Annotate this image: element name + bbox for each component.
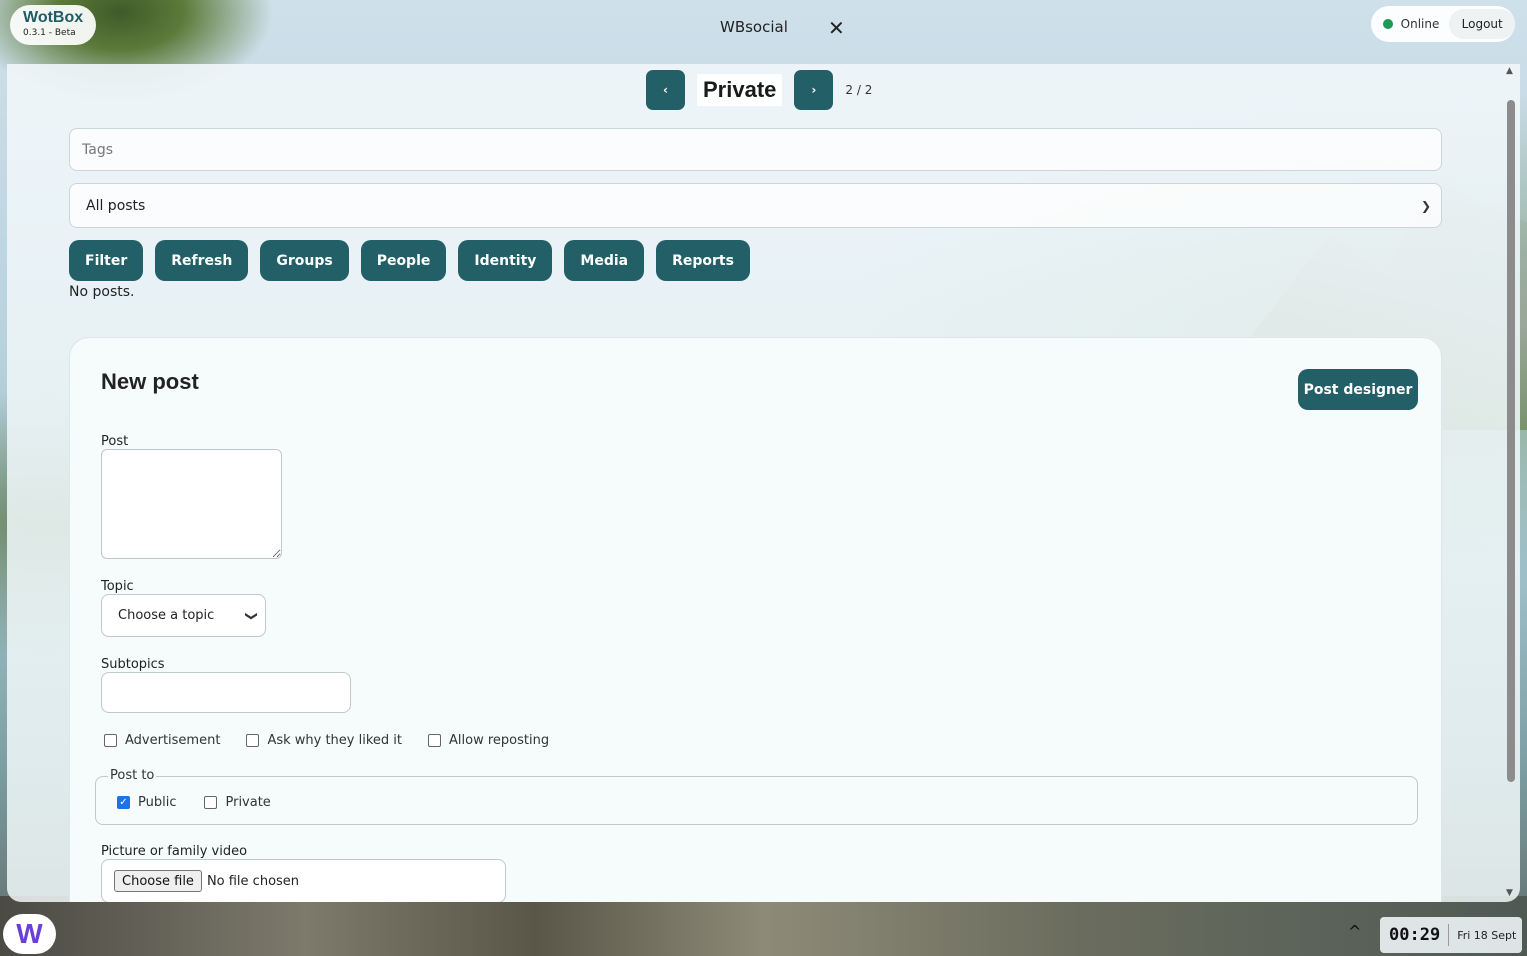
advertisement-checkbox[interactable] [104,734,117,747]
groups-button[interactable]: Groups [260,240,349,281]
feed-title: Private [697,74,783,106]
refresh-button[interactable]: Refresh [155,240,249,281]
allow-reposting-label: Allow reposting [449,733,550,748]
clock-widget[interactable]: 00:29 Fri 18 Sept [1380,917,1522,953]
brand-badge: WotBox 0.3.1 - Beta [10,5,96,45]
feed-page-count: 2 / 2 [845,83,873,97]
reports-button[interactable]: Reports [656,240,750,281]
status-pill: Online Logout [1371,6,1515,42]
people-button[interactable]: People [360,240,447,281]
filter-button[interactable]: Filter [69,240,144,281]
scroll-down-icon[interactable]: ▼ [1506,888,1513,898]
post-options: Advertisement Ask why they liked it Allo… [104,733,549,748]
topic-select-value: Choose a topic [118,608,215,623]
post-to-legend: Post to [108,768,157,783]
choose-file-button[interactable]: Choose file [114,870,202,892]
close-icon[interactable]: ✕ [828,17,845,39]
brand-name: WotBox [23,9,84,26]
ask-why-liked-label: Ask why they liked it [267,733,403,748]
ask-why-liked-checkbox[interactable] [246,734,260,747]
post-to-options: ✓ Public Private [117,795,271,810]
file-label: Picture or family video [101,844,248,859]
ask-why-liked-option[interactable]: Ask why they liked it [246,733,402,748]
window-title: WBsocial [720,18,788,36]
feed-pager: ‹ Private › 2 / 2 [646,70,872,110]
post-label: Post [101,434,129,449]
public-option[interactable]: ✓ Public [117,795,176,810]
subtopics-label: Subtopics [101,657,165,672]
scroll-thumb[interactable] [1507,100,1515,782]
post-to-fieldset: Post to ✓ Public Private [95,768,1418,825]
posts-filter-select[interactable]: All posts ❯ [69,183,1442,228]
post-textarea[interactable] [101,449,282,559]
wotbox-logo-icon: W [16,918,43,949]
previous-feed-button[interactable]: ‹ [646,70,685,110]
scroll-up-icon[interactable]: ▲ [1506,66,1513,76]
topic-select[interactable]: Choose a topic ❯ [101,594,266,637]
public-checkbox[interactable]: ✓ [117,796,130,809]
taskbar: W ^ 00:29 Fri 18 Sept [0,910,1527,956]
next-feed-button[interactable]: › [794,70,834,110]
advertisement-option[interactable]: Advertisement [104,733,220,748]
chevron-down-icon: ❯ [1420,198,1431,213]
empty-posts-text: No posts. [69,284,135,300]
chevron-down-icon: ❯ [244,610,259,621]
new-post-title: New post [101,369,199,394]
media-button[interactable]: Media [564,240,645,281]
allow-reposting-checkbox[interactable] [428,734,442,747]
private-checkbox[interactable] [204,796,218,809]
public-label: Public [138,795,177,810]
status-text: Online [1400,17,1440,31]
subtopics-input[interactable] [101,672,351,713]
file-status: No file chosen [206,873,300,889]
tags-input[interactable] [69,128,1442,171]
file-input[interactable]: Choose file No file chosen [101,859,506,902]
app-window: ▲ ▼ ‹ Private › 2 / 2 All posts ❯ Filter… [7,64,1520,902]
brand-version: 0.3.1 - Beta [23,28,76,38]
new-post-card: New post Post designer Post Topic Choose… [69,337,1442,902]
tray-expand-icon[interactable]: ^ [1348,922,1361,941]
posts-filter-value: All posts [86,197,146,214]
private-label: Private [225,795,271,810]
online-dot-icon [1383,19,1393,29]
logout-button[interactable]: Logout [1449,9,1515,39]
advertisement-label: Advertisement [125,733,221,748]
launcher-button[interactable]: W [3,914,56,954]
vertical-scrollbar[interactable]: ▲ ▼ [1504,64,1518,902]
allow-reposting-option[interactable]: Allow reposting [428,733,549,748]
identity-button[interactable]: Identity [458,240,553,281]
action-button-row: Filter Refresh Groups People Identity Me… [69,240,750,281]
clock-date: Fri 18 Sept [1457,928,1517,942]
private-option[interactable]: Private [204,795,271,810]
clock-divider [1448,924,1450,946]
topic-label: Topic [101,579,134,594]
clock-time: 00:29 [1389,925,1441,945]
post-designer-button[interactable]: Post designer [1298,369,1418,410]
